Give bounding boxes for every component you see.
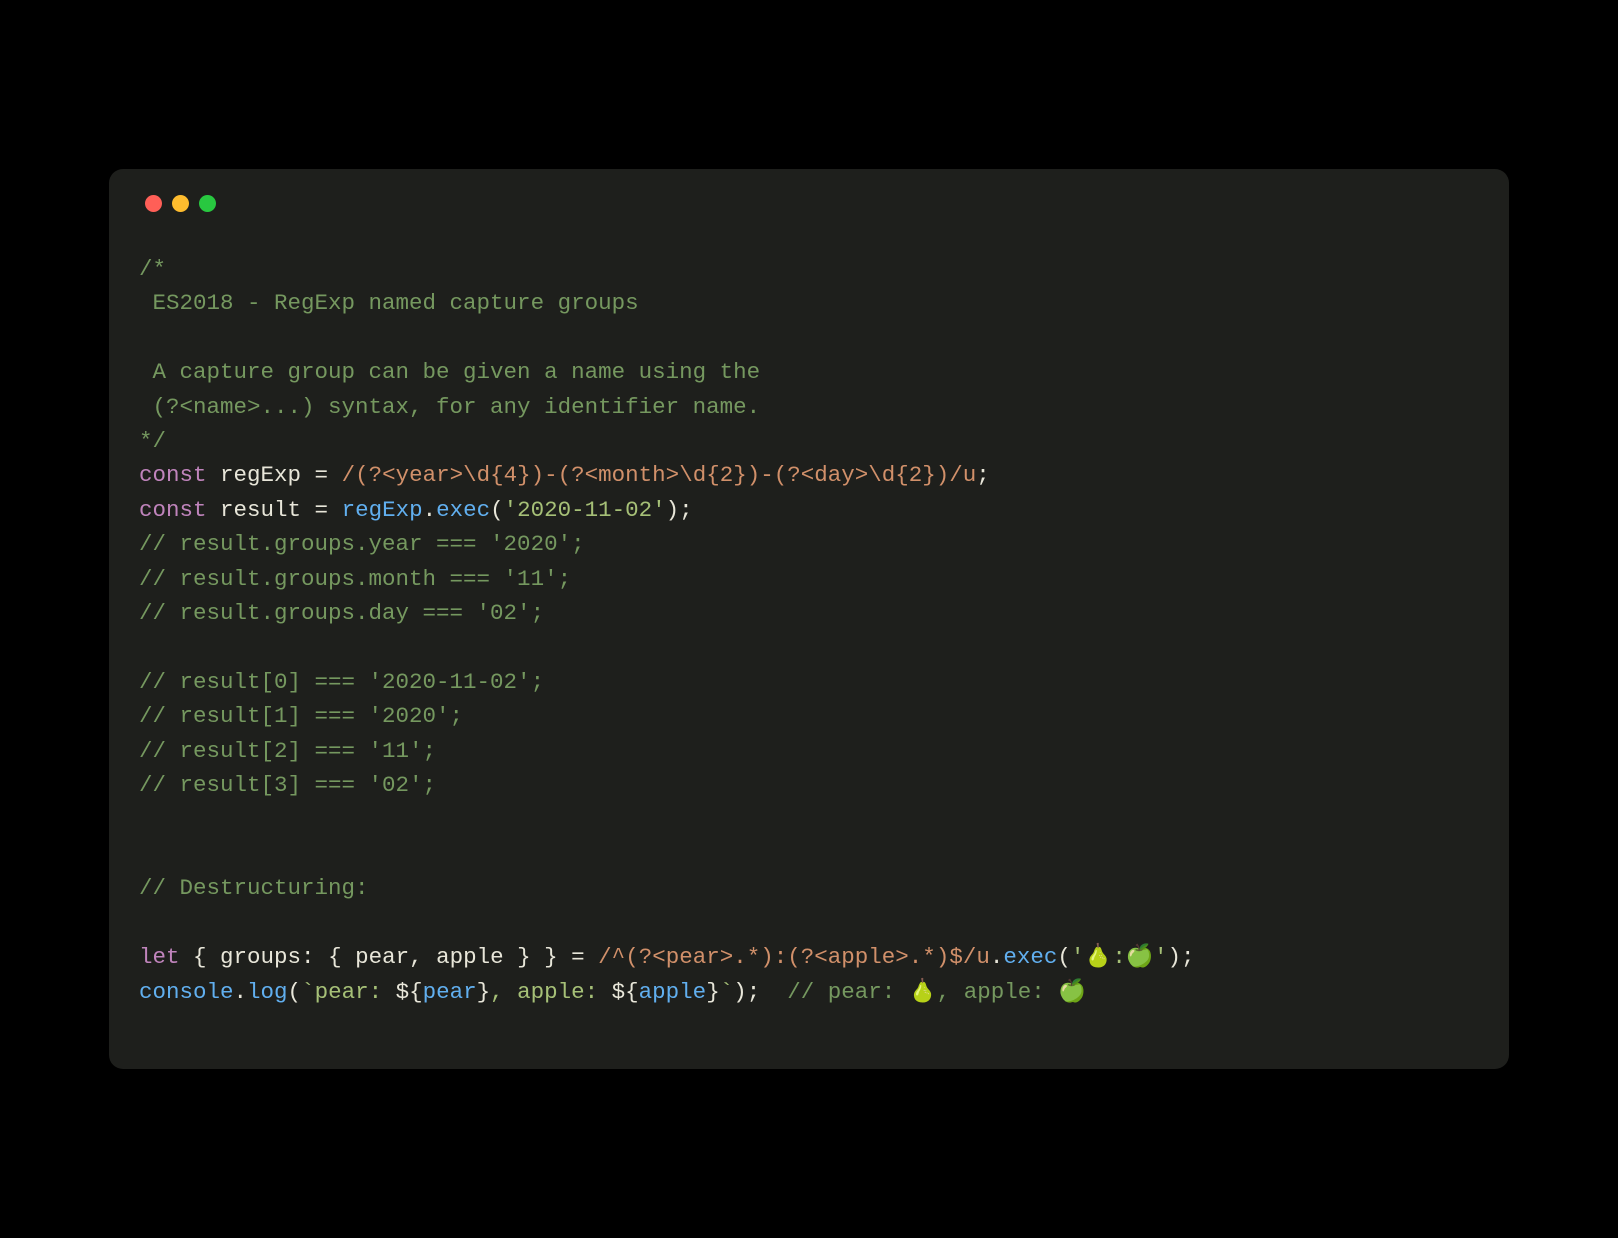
punct: { — [180, 944, 221, 970]
comment-line: ES2018 - RegExp named capture groups — [139, 290, 639, 316]
punct: : — [301, 944, 328, 970]
identifier: groups — [220, 944, 301, 970]
regex-literal: /^(?<pear>.*):(?<apple>.*)$/u — [598, 944, 990, 970]
traffic-lights — [139, 195, 1479, 212]
comment-line: // result[0] === '2020-11-02'; — [139, 669, 544, 695]
comment-line: // result[2] === '11'; — [139, 738, 436, 764]
comment-line: A capture group can be given a name usin… — [139, 359, 760, 385]
code-block: /* ES2018 - RegExp named capture groups … — [139, 252, 1479, 1009]
identifier: pear — [423, 979, 477, 1005]
punct: ); — [733, 979, 787, 1005]
interp-open: ${ — [612, 979, 639, 1005]
comment-line: // result.groups.year === '2020'; — [139, 531, 585, 557]
string-literal: '2020-11-02' — [504, 497, 666, 523]
comment-line: // pear: 🍐, apple: 🍏 — [787, 979, 1086, 1005]
operator: = — [315, 462, 342, 488]
function-call: exec — [436, 497, 490, 523]
punct: , — [409, 944, 436, 970]
comment-line: // result[3] === '02'; — [139, 772, 436, 798]
keyword: const — [139, 462, 207, 488]
code-window: /* ES2018 - RegExp named capture groups … — [109, 169, 1509, 1069]
punct: ( — [490, 497, 504, 523]
punct: ( — [288, 979, 302, 1005]
template-literal: `pear: — [301, 979, 396, 1005]
interp-close: } — [477, 979, 491, 1005]
identifier: regExp — [207, 462, 315, 488]
punct: . — [990, 944, 1004, 970]
identifier: apple — [639, 979, 707, 1005]
template-literal: , apple: — [490, 979, 612, 1005]
operator: = — [571, 944, 598, 970]
punct: ; — [976, 462, 990, 488]
punct: . — [423, 497, 437, 523]
punct: { — [328, 944, 355, 970]
punct: ); — [1167, 944, 1194, 970]
comment-line: // result.groups.day === '02'; — [139, 600, 544, 626]
punct: ); — [666, 497, 693, 523]
operator: = — [315, 497, 342, 523]
keyword: let — [139, 944, 180, 970]
punct: } } — [504, 944, 572, 970]
comment-line: // result.groups.month === '11'; — [139, 566, 571, 592]
keyword: const — [139, 497, 207, 523]
punct: . — [234, 979, 248, 1005]
function-call: exec — [1003, 944, 1057, 970]
identifier: apple — [436, 944, 504, 970]
identifier: result — [207, 497, 315, 523]
string-literal: '🍐:🍏' — [1071, 944, 1168, 970]
comment-line: */ — [139, 428, 166, 454]
maximize-icon[interactable] — [199, 195, 216, 212]
interp-close: } — [706, 979, 720, 1005]
identifier: regExp — [342, 497, 423, 523]
identifier: pear — [355, 944, 409, 970]
comment-line: /* — [139, 256, 166, 282]
comment-line: (?<name>...) syntax, for any identifier … — [139, 394, 760, 420]
comment-line: // result[1] === '2020'; — [139, 703, 463, 729]
template-literal: ` — [720, 979, 734, 1005]
regex-literal: /(?<year>\d{4})-(?<month>\d{2})-(?<day>\… — [342, 462, 977, 488]
identifier: console — [139, 979, 234, 1005]
function-call: log — [247, 979, 288, 1005]
minimize-icon[interactable] — [172, 195, 189, 212]
punct: ( — [1057, 944, 1071, 970]
close-icon[interactable] — [145, 195, 162, 212]
comment-line: // Destructuring: — [139, 875, 369, 901]
interp-open: ${ — [396, 979, 423, 1005]
